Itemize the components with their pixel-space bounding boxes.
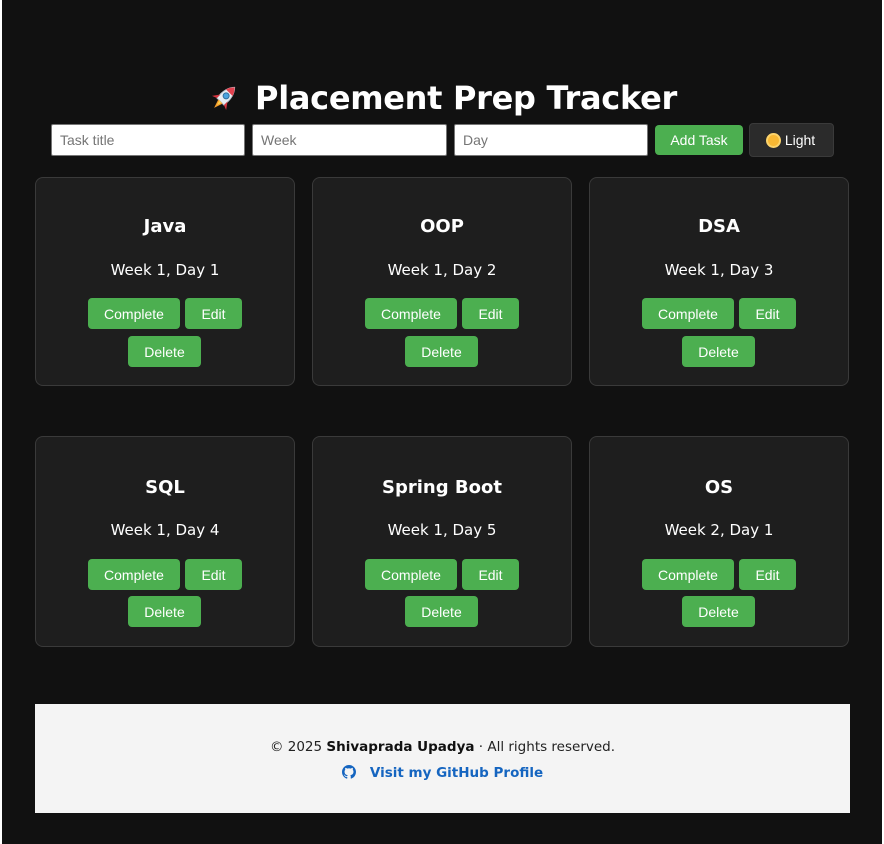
complete-button[interactable]: Complete: [88, 559, 180, 590]
task-title: OS: [704, 477, 734, 498]
task-schedule: Week 1, Day 3: [664, 261, 774, 279]
task-title-input[interactable]: [51, 124, 245, 156]
github-profile-link[interactable]: Visit my GitHub Profile: [35, 764, 850, 784]
task-card: DSA Week 1, Day 3 Complete Edit Delete: [589, 177, 849, 386]
task-title: Spring Boot: [382, 477, 502, 498]
edit-button[interactable]: Edit: [462, 298, 519, 329]
edit-button[interactable]: Edit: [462, 559, 519, 590]
task-schedule: Week 1, Day 2: [387, 261, 497, 279]
edit-button[interactable]: Edit: [185, 559, 242, 590]
task-schedule: Week 2, Day 1: [664, 521, 774, 539]
delete-button[interactable]: Delete: [682, 336, 755, 367]
task-card: OS Week 2, Day 1 Complete Edit Delete: [589, 436, 849, 647]
edit-button[interactable]: Edit: [739, 559, 796, 590]
task-schedule: Week 1, Day 1: [110, 261, 220, 279]
task-schedule: Week 1, Day 4: [110, 521, 220, 539]
task-card: SQL Week 1, Day 4 Complete Edit Delete: [35, 436, 295, 647]
task-title: OOP: [420, 216, 464, 237]
page-title: Placement Prep Tracker: [255, 79, 677, 118]
complete-button[interactable]: Complete: [365, 298, 457, 329]
delete-button[interactable]: Delete: [682, 596, 755, 627]
task-title: DSA: [698, 216, 740, 237]
edit-button[interactable]: Edit: [185, 298, 242, 329]
theme-toggle-label: Light: [784, 132, 816, 148]
rocket-icon: [207, 81, 241, 127]
complete-button[interactable]: Complete: [88, 298, 180, 329]
task-card: Java Week 1, Day 1 Complete Edit Delete: [35, 177, 295, 386]
github-icon: [341, 765, 356, 784]
complete-button[interactable]: Complete: [642, 559, 734, 590]
copyright-text: © 2025 Shivaprada Upadya · All rights re…: [35, 738, 850, 756]
add-task-button[interactable]: Add Task: [655, 125, 743, 155]
delete-button[interactable]: Delete: [128, 336, 201, 367]
task-card: Spring Boot Week 1, Day 5 Complete Edit …: [312, 436, 572, 647]
author-name: Shivaprada Upadya: [326, 739, 475, 755]
task-title: SQL: [145, 477, 185, 498]
task-card: OOP Week 1, Day 2 Complete Edit Delete: [312, 177, 572, 386]
task-schedule: Week 1, Day 5: [387, 521, 497, 539]
complete-button[interactable]: Complete: [642, 298, 734, 329]
theme-toggle-button[interactable]: Light: [749, 123, 834, 157]
page-title-heading: Placement Prep Tracker: [2, 75, 882, 127]
github-link-label: Visit my GitHub Profile: [369, 765, 544, 781]
week-input[interactable]: [252, 124, 447, 156]
footer: © 2025 Shivaprada Upadya · All rights re…: [35, 704, 850, 813]
sun-icon: [767, 135, 779, 146]
copyright-prefix: © 2025: [269, 739, 327, 755]
delete-button[interactable]: Delete: [405, 596, 478, 627]
day-input[interactable]: [454, 124, 648, 156]
complete-button[interactable]: Complete: [365, 559, 457, 590]
copyright-suffix: · All rights reserved.: [474, 739, 616, 755]
delete-button[interactable]: Delete: [128, 596, 201, 627]
task-title: Java: [143, 216, 187, 237]
edit-button[interactable]: Edit: [739, 298, 796, 329]
delete-button[interactable]: Delete: [405, 336, 478, 367]
app-root: Placement Prep Tracker Add Task Light Ja…: [2, 0, 882, 844]
